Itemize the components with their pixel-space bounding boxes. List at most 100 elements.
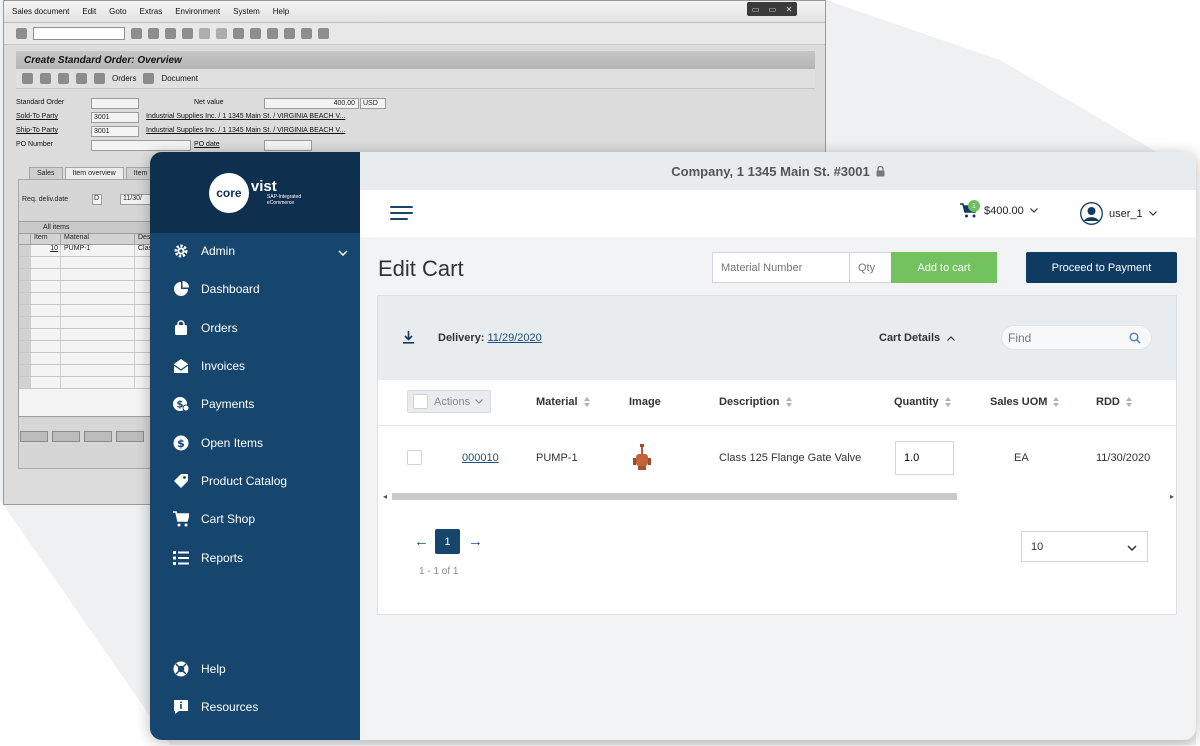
sidebar-item-dashboard[interactable]: Dashboard bbox=[150, 270, 360, 308]
sap-menu-help[interactable]: Help bbox=[273, 7, 289, 16]
search-icon[interactable] bbox=[1129, 331, 1141, 349]
sap-grid-empty-row[interactable] bbox=[19, 353, 157, 365]
corevist-logo[interactable]: core vist SAP-Integrated eCommerce bbox=[208, 172, 301, 213]
sap-orders-button[interactable]: Orders bbox=[112, 74, 136, 83]
save-icon[interactable] bbox=[131, 28, 142, 39]
download-icon[interactable] bbox=[403, 331, 414, 349]
next-page-icon[interactable] bbox=[267, 28, 278, 39]
sap-menu-goto[interactable]: Goto bbox=[109, 7, 126, 16]
select-all-checkbox[interactable] bbox=[413, 394, 428, 409]
delivery-date-link[interactable]: 11/29/2020 bbox=[487, 332, 541, 344]
sap-row-item[interactable]: 10 bbox=[31, 245, 61, 256]
partner-icon[interactable] bbox=[58, 73, 69, 84]
quantity-input[interactable] bbox=[849, 252, 892, 283]
sidebar-item-open-items[interactable]: $ Open Items bbox=[150, 423, 360, 461]
gate-valve-image[interactable] bbox=[633, 444, 651, 475]
sidebar-item-invoices[interactable]: Invoices bbox=[150, 347, 360, 385]
first-page-icon[interactable] bbox=[233, 28, 244, 39]
sap-grid-empty-row[interactable] bbox=[19, 377, 157, 389]
help-icon[interactable] bbox=[318, 28, 329, 39]
add-to-cart-button[interactable]: Add to cart bbox=[891, 252, 997, 283]
exit-icon[interactable] bbox=[165, 28, 176, 39]
item-number-link[interactable]: 000010 bbox=[462, 452, 499, 464]
sidebar-item-reports[interactable]: Reports bbox=[150, 538, 360, 576]
sap-document-button[interactable]: Document bbox=[161, 74, 197, 83]
tab-item-overview[interactable]: Item overview bbox=[64, 167, 124, 180]
document-icon[interactable] bbox=[143, 73, 155, 84]
item-icon[interactable] bbox=[76, 73, 87, 84]
sap-grid-empty-row[interactable] bbox=[19, 365, 157, 377]
sap-menu-sales-document[interactable]: Sales document bbox=[12, 7, 69, 16]
sap-command-field[interactable] bbox=[33, 27, 125, 40]
column-sales-uom[interactable]: Sales UOM bbox=[990, 396, 1060, 408]
scrollbar-thumb[interactable] bbox=[392, 493, 957, 500]
back-icon[interactable] bbox=[148, 28, 159, 39]
sap-menu-environment[interactable]: Environment bbox=[175, 7, 220, 16]
po-number-field[interactable] bbox=[91, 140, 191, 151]
minimize-icon[interactable]: ▭ bbox=[752, 5, 760, 14]
column-quantity[interactable]: Quantity bbox=[894, 396, 951, 408]
previous-page-arrow[interactable]: ← bbox=[414, 533, 429, 550]
maximize-icon[interactable]: ▭ bbox=[769, 5, 777, 14]
sidebar-item-admin[interactable]: Admin bbox=[150, 232, 360, 270]
ship-to-field[interactable]: 3001 bbox=[91, 126, 139, 137]
cancel-icon[interactable] bbox=[182, 28, 193, 39]
sap-menu-edit[interactable]: Edit bbox=[82, 7, 96, 16]
column-rdd[interactable]: RDD bbox=[1096, 396, 1132, 408]
sap-grid-tool-icon[interactable] bbox=[84, 431, 112, 442]
sap-menu-extras[interactable]: Extras bbox=[140, 7, 163, 16]
sap-grid-empty-row[interactable] bbox=[19, 305, 157, 317]
sap-grid-empty-row[interactable] bbox=[19, 257, 157, 269]
enter-icon[interactable] bbox=[16, 28, 27, 39]
new-session-icon[interactable] bbox=[301, 28, 312, 39]
prev-page-icon[interactable] bbox=[250, 28, 261, 39]
po-date-field[interactable] bbox=[264, 140, 312, 151]
sap-grid-empty-row[interactable] bbox=[19, 317, 157, 329]
sap-menu-system[interactable]: System bbox=[233, 7, 260, 16]
scroll-right-icon[interactable]: ▸ bbox=[1170, 492, 1174, 501]
current-page-button[interactable]: 1 bbox=[435, 529, 460, 554]
row-checkbox[interactable] bbox=[407, 450, 422, 465]
hamburger-menu-icon[interactable] bbox=[390, 206, 413, 224]
sidebar-item-orders[interactable]: Orders bbox=[150, 309, 360, 347]
sold-to-field[interactable]: 3001 bbox=[91, 112, 139, 123]
find-icon[interactable] bbox=[216, 28, 227, 39]
material-number-input[interactable] bbox=[712, 252, 850, 283]
standard-order-field[interactable] bbox=[91, 98, 139, 109]
column-material[interactable]: Material bbox=[536, 396, 590, 408]
sap-grid-empty-row[interactable] bbox=[19, 293, 157, 305]
page-size-select[interactable]: 10 bbox=[1021, 531, 1148, 562]
horizontal-scrollbar[interactable]: ◂ ▸ bbox=[383, 491, 1174, 501]
header-icon[interactable] bbox=[40, 73, 51, 84]
sap-grid-empty-row[interactable] bbox=[19, 341, 157, 353]
proceed-to-payment-button[interactable]: Proceed to Payment bbox=[1026, 252, 1177, 283]
close-icon[interactable]: ✕ bbox=[786, 5, 793, 14]
actions-dropdown[interactable]: Actions bbox=[407, 390, 491, 413]
display-icon[interactable] bbox=[22, 73, 33, 84]
sidebar-item-product-catalog[interactable]: Product Catalog bbox=[150, 462, 360, 500]
sidebar-item-help[interactable]: Help bbox=[150, 650, 360, 688]
last-page-icon[interactable] bbox=[284, 28, 295, 39]
sidebar-item-resources[interactable]: Resources bbox=[150, 688, 360, 726]
next-page-arrow[interactable]: → bbox=[468, 533, 483, 550]
grid-icon[interactable] bbox=[94, 73, 105, 84]
print-icon[interactable] bbox=[199, 28, 210, 39]
sap-grid-tool-icon[interactable] bbox=[52, 431, 80, 442]
sap-grid-row[interactable]: 10 PUMP-1 Clas bbox=[19, 245, 157, 257]
sap-grid-tool-icon[interactable] bbox=[20, 431, 48, 442]
sap-grid-tool-icon[interactable] bbox=[116, 431, 144, 442]
sap-grid-empty-row[interactable] bbox=[19, 269, 157, 281]
cart-details-toggle[interactable]: Cart Details bbox=[879, 332, 956, 344]
scroll-left-icon[interactable]: ◂ bbox=[383, 492, 387, 501]
tab-sales[interactable]: Sales bbox=[29, 167, 63, 180]
req-deliv-unit[interactable]: D bbox=[92, 194, 102, 205]
sidebar-item-cart-shop[interactable]: Cart Shop bbox=[150, 500, 360, 538]
sap-grid-empty-row[interactable] bbox=[19, 281, 157, 293]
header-cart[interactable]: 1 $400.00 bbox=[960, 200, 1038, 218]
sidebar-item-payments[interactable]: $ Payments bbox=[150, 385, 360, 423]
row-quantity-input[interactable] bbox=[895, 441, 954, 475]
column-description[interactable]: Description bbox=[719, 396, 792, 408]
sap-grid-empty-row[interactable] bbox=[19, 329, 157, 341]
user-menu[interactable]: user_1 bbox=[1080, 202, 1157, 225]
table-row[interactable]: 000010 PUMP-1 Class 125 Flange Gate Valv… bbox=[378, 426, 1178, 489]
